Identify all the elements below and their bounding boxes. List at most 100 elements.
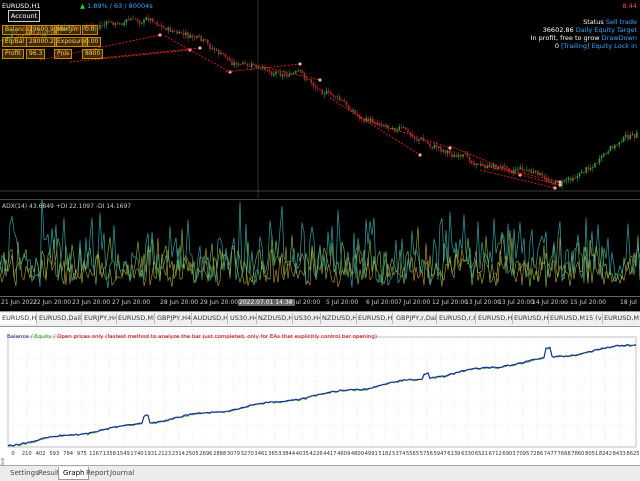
candle-body [576,176,579,179]
time-tick: 5 Jul 20:00 [326,299,359,306]
chart-tab[interactable]: EURUSD,Daily [37,313,82,324]
trade-marker [558,183,562,187]
graph-x-tick: 6521 [475,451,488,457]
trade-marker [228,70,232,74]
chart-tab[interactable]: NZDUSD,H4 [320,313,357,324]
candle-body [130,18,132,21]
adx-indicator-panel[interactable]: ADX(14) 43.6849 +DI 22.1097 -DI 14.1697 [0,199,640,297]
candle-body [605,153,607,155]
candle-body [433,145,436,149]
info-value-balance: 29600.9 [26,25,57,35]
graph-x-tick: 8625 [626,451,639,457]
candle-body [490,164,493,168]
candle-body [411,134,414,138]
time-tick: 28 Jun 20:00 [160,299,199,306]
chart-tabs-bar: EURUSD,H1 EURUSD,Daily EURJPY,H4 EURUSD,… [0,311,640,327]
graph-x-tick: 6139 [447,451,460,457]
candle-body [202,39,205,42]
candle-body [398,126,400,130]
trade-line [99,47,201,59]
candle-body [464,153,466,155]
trade-marker [418,153,422,157]
chart-tab[interactable]: EURUSD,H4 [476,313,513,324]
candle-body [266,69,268,71]
chart-tab[interactable]: US30,H4 [228,313,257,324]
trade-marker [198,46,202,50]
time-tick: 27 Jun 20:00 [112,299,151,306]
price-chart[interactable]: EURUSD,H1 ▲ 1.89% / 63 / 80004s Account … [0,0,640,198]
candle-body [460,154,462,157]
candle-body [622,136,625,142]
candle-body [134,18,136,20]
graph-x-tick: 5565 [406,451,419,457]
candle-body [299,70,301,71]
trade-marker [298,62,302,66]
candle-body [372,118,374,123]
tester-graph-panel[interactable]: Balance / Equity / Open prices only (fas… [0,327,640,475]
graph-x-tick: 5756 [420,451,433,457]
candle-body [521,167,524,170]
trade-line [329,97,421,156]
candle-body [319,88,321,90]
chart-tab[interactable]: GBPJPY,r,Daily [394,313,437,324]
graph-x-tick: 2888 [213,451,226,457]
candle-body [114,23,117,25]
chart-tab[interactable]: NZDUSD,H4 [256,313,293,324]
candle-body [581,171,583,174]
graph-x-tick: 8433 [613,451,626,457]
candle-body [539,173,541,176]
tab-journal[interactable]: Journal [106,467,138,479]
candle-body [548,180,550,182]
candle-body [290,74,293,75]
chart-tab[interactable]: EURUSD,r,H4 [437,313,476,324]
change-label: ▲ 1.89% / 63 / 80004s [80,2,153,10]
candle-body [545,177,548,182]
graph-x-tick: 7286 [530,451,543,457]
candle-body [592,167,594,169]
candle-body [220,52,222,55]
account-button[interactable]: Account [8,10,40,22]
candle-body [189,35,191,38]
candle-body [160,25,163,27]
candle-body [614,144,616,149]
candle-body [572,178,574,181]
chart-tab[interactable]: EURUSD,M5 [116,313,155,324]
candle-body [585,167,587,173]
chart-tab[interactable]: EURUSD,H1 [356,313,393,324]
chart-tab[interactable]: EURJPY,H4 [82,313,117,324]
candle-body [132,18,134,20]
chart-tab[interactable]: EURUSD,M15 [602,313,640,324]
candle-body [537,170,539,176]
candle-body [517,169,519,170]
candle-body [145,17,147,20]
graph-x-tick: 4417 [323,451,336,457]
candle-body [449,150,451,154]
candle-body [187,32,189,38]
candle-body [235,62,238,65]
chart-tab[interactable]: AUDUSD,H4 [191,313,228,324]
info-badge: 8.44 [622,2,637,10]
chart-tab[interactable]: US30,H4 [292,313,321,324]
graph-x-tick: 5947 [434,451,447,457]
candle-body [596,163,598,164]
time-tick: 12 Jul 20:00 [432,299,468,306]
candle-body [431,146,433,149]
chart-tab[interactable]: EURUSD,M15 (visual) [548,313,603,324]
candle-body [191,35,194,38]
candle-body [99,24,101,29]
graph-x-tick: 3079 [227,451,240,457]
candle-body [185,32,187,36]
candle-body [178,31,180,34]
candle-body [594,163,596,168]
chart-tab[interactable]: EURUSD,H1 [0,313,37,324]
candle-body [284,73,286,75]
chart-tab[interactable]: GBPJPY,H4 [155,313,192,324]
candle-body [121,23,123,26]
candle-body [343,99,345,102]
candle-body [207,39,209,44]
chart-tab[interactable]: EURUSD,H1 [512,313,549,324]
graph-x-tick: 2505 [186,451,199,457]
graph-x-tick: 4991 [365,451,378,457]
candle-body [334,96,337,97]
candle-body [578,173,581,177]
